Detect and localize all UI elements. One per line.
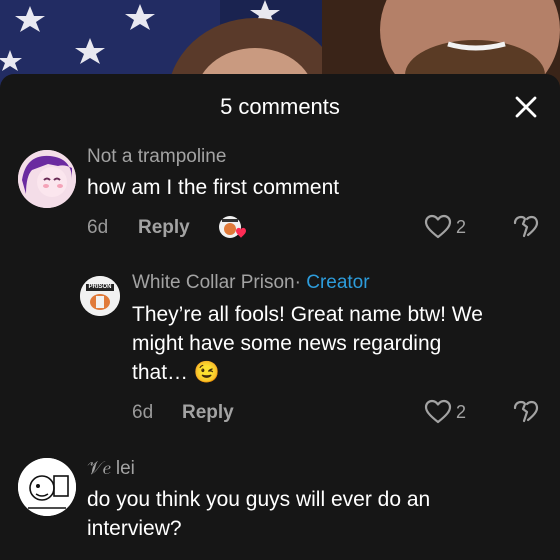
comment-username[interactable]: 𝒱𝑒 lei — [87, 458, 135, 480]
comment-item: 𝒱𝑒 lei do you think you guys will ever d… — [0, 74, 560, 560]
comment-text-line: do you think you guys will ever do an — [87, 488, 431, 511]
avatar[interactable] — [18, 458, 76, 516]
comments-sheet: 5 comments Not a trampoline how am I the… — [0, 74, 560, 560]
comment-text-line: interview? — [87, 517, 182, 540]
